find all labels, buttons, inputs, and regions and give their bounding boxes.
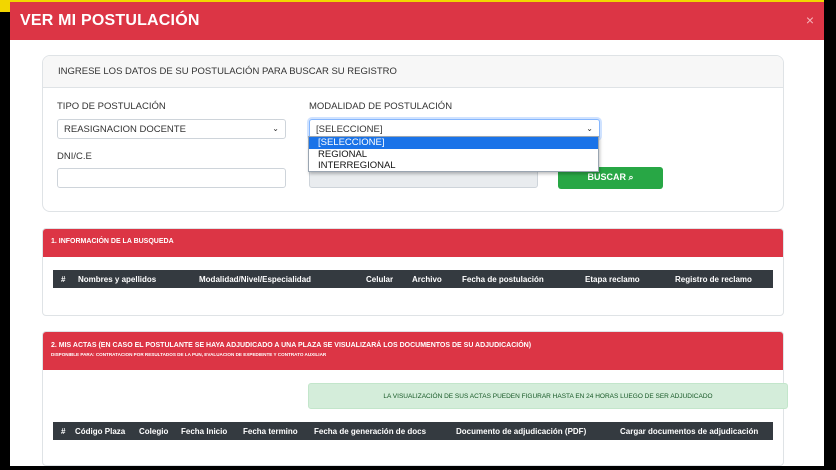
search-card-heading: INGRESE LOS DATOS DE SU POSTULACIÓN PARA… — [43, 56, 783, 88]
postulacion-modal: VER MI POSTULACIÓN × INGRESE LOS DATOS D… — [10, 0, 824, 466]
busqueda-table-header: # Nombres y apellidos Modalidad/Nivel/Es… — [53, 270, 773, 288]
modalidad-select-value: [SELECCIONE] — [316, 124, 383, 135]
tipo-select-value: REASIGNACION DOCENTE — [64, 124, 186, 135]
tipo-label: TIPO DE POSTULACIÓN — [57, 101, 166, 112]
dropdown-option[interactable]: [SELECCIONE] — [309, 137, 598, 149]
actas-subtitle: DISPONIBLE PARA: CONTRATACION POR RESULT… — [51, 352, 327, 357]
actas-title: 2. MIS ACTAS (EN CASO EL POSTULANTE SE H… — [51, 342, 532, 349]
modal-title: VER MI POSTULACIÓN — [20, 12, 200, 29]
backdrop-right — [826, 0, 836, 470]
search-icon: ⌕ — [628, 172, 634, 182]
close-icon[interactable]: × — [806, 12, 814, 28]
modal-header: VER MI POSTULACIÓN × — [10, 0, 824, 40]
chevron-down-icon: ⌄ — [272, 124, 279, 133]
col-header: Colegio — [139, 427, 169, 436]
buscar-label: BUSCAR — [587, 172, 626, 182]
actas-table-header: # Código Plaza Colegio Fecha Inicio Fech… — [53, 422, 773, 440]
col-header: Celular — [366, 275, 394, 284]
actas-alert: LA VISUALIZACIÓN DE SUS ACTAS PUEDEN FIG… — [308, 383, 788, 409]
col-header: # — [61, 427, 66, 436]
col-header: Nombres y apellidos — [78, 275, 157, 284]
actas-header: 2. MIS ACTAS (EN CASO EL POSTULANTE SE H… — [43, 332, 783, 370]
col-header: Fecha termino — [243, 427, 298, 436]
col-header: Cargar documentos de adjudicación — [620, 427, 759, 436]
col-header: # — [61, 275, 66, 284]
modalidad-label: MODALIDAD DE POSTULACIÓN — [309, 101, 453, 112]
dropdown-option[interactable]: INTERREGIONAL — [309, 160, 598, 172]
col-header: Fecha Inicio — [181, 427, 228, 436]
dni-field[interactable] — [57, 168, 286, 188]
col-header: Fecha de generación de docs — [314, 427, 427, 436]
col-header: Fecha de postulación — [462, 275, 544, 284]
col-header: Documento de adjudicación (PDF) — [456, 427, 587, 436]
col-header: Registro de reclamo — [675, 275, 752, 284]
col-header: Código Plaza — [75, 427, 126, 436]
col-header: Etapa reclamo — [585, 275, 640, 284]
dni-label: DNI/C.E — [57, 151, 92, 162]
busqueda-title: 1. INFORMACIÓN DE LA BUSQUEDA — [43, 229, 783, 257]
col-header: Archivo — [412, 275, 442, 284]
backdrop-left — [0, 0, 8, 470]
dropdown-option[interactable]: REGIONAL — [309, 149, 598, 161]
chevron-down-icon: ⌄ — [586, 124, 593, 133]
tipo-select[interactable]: REASIGNACION DOCENTE ⌄ — [57, 119, 286, 139]
yellow-highlight — [0, 0, 10, 12]
modalidad-dropdown: [SELECCIONE] REGIONAL INTERREGIONAL — [308, 136, 599, 172]
col-header: Modalidad/Nivel/Especialidad — [199, 275, 312, 284]
search-card: INGRESE LOS DATOS DE SU POSTULACIÓN PARA… — [42, 55, 784, 212]
